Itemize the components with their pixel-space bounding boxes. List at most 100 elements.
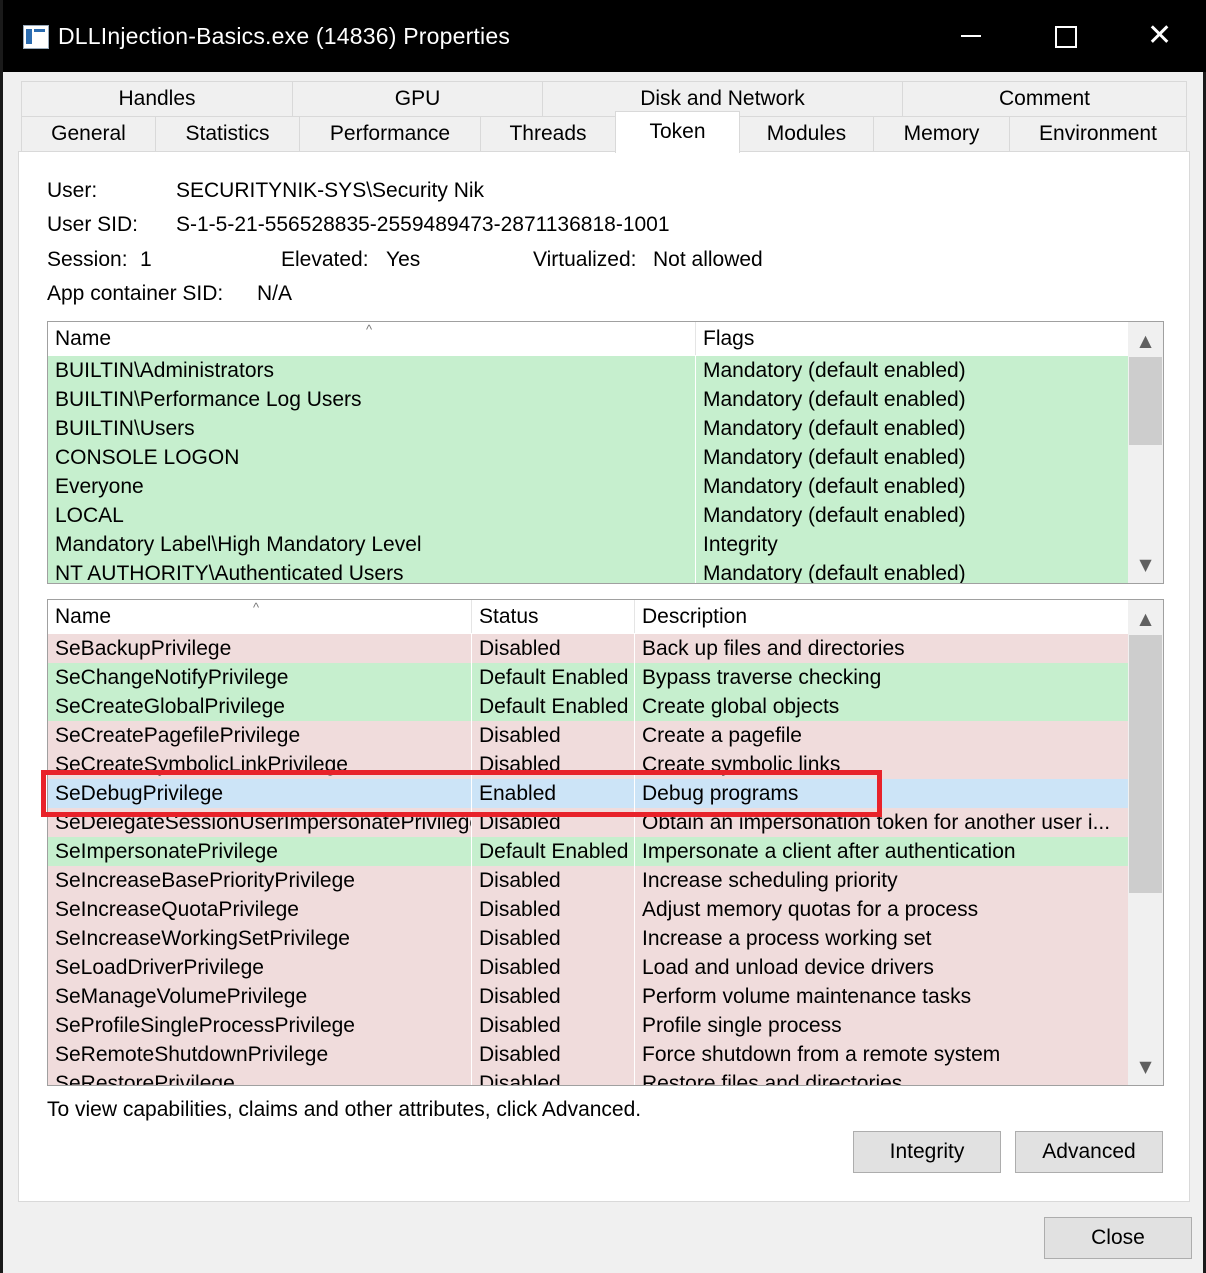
- privileges-header-status[interactable]: Status: [472, 600, 635, 633]
- scroll-down-icon[interactable]: ▼: [1128, 1050, 1163, 1083]
- privilege-row[interactable]: SeRemoteShutdownPrivilege Disabled Force s…: [48, 1040, 1128, 1069]
- tab-token[interactable]: Token: [615, 111, 740, 153]
- group-row[interactable]: Everyone Mandatory (default enabled): [48, 472, 1128, 501]
- app-window-icon: [23, 25, 49, 49]
- privilege-status-cell: Default Enabled: [479, 840, 629, 863]
- privilege-name-cell: SeIncreaseQuotaPrivilege: [55, 898, 299, 921]
- privilege-description-cell: Profile single process: [642, 1014, 842, 1037]
- group-flags-cell: Integrity: [703, 533, 778, 556]
- session-value: 1: [140, 248, 152, 271]
- minimize-button[interactable]: [925, 0, 1017, 72]
- privilege-row[interactable]: SeCreatePagefilePrivilege Disabled Create …: [48, 721, 1128, 750]
- tab-modules[interactable]: Modules: [739, 116, 874, 152]
- scroll-up-icon[interactable]: ▲: [1128, 324, 1163, 357]
- close-window-button[interactable]: ✕: [1111, 0, 1203, 72]
- tab-comment[interactable]: Comment: [902, 81, 1187, 117]
- privilege-description-cell: Increase scheduling priority: [642, 869, 898, 892]
- scroll-thumb[interactable]: [1129, 635, 1162, 893]
- group-name-cell: NT AUTHORITY\Authenticated Users: [55, 562, 404, 584]
- tab-statistics[interactable]: Statistics: [155, 116, 300, 152]
- tab-threads[interactable]: Threads: [480, 116, 616, 152]
- user-sid-value: S-1-5-21-556528835-2559489473-2871136818…: [176, 213, 670, 236]
- integrity-button[interactable]: Integrity: [853, 1131, 1001, 1173]
- privilege-description-cell: Increase a process working set: [642, 927, 932, 950]
- minimize-icon: [961, 35, 981, 37]
- user-value: SECURITYNIK-SYS\Security Nik: [176, 179, 485, 202]
- scroll-up-icon[interactable]: ▲: [1128, 602, 1163, 635]
- group-row[interactable]: CONSOLE LOGON Mandatory (default enabled): [48, 443, 1128, 472]
- privilege-status-cell: Disabled: [479, 869, 561, 892]
- elevated-label: Elevated:: [281, 248, 369, 271]
- privilege-description-cell: Create global objects: [642, 695, 840, 718]
- privilege-row[interactable]: SeIncreaseQuotaPrivilege Disabled Adjust m…: [48, 895, 1128, 924]
- privileges-list[interactable]: Name ^ Status Description SeBackupPrivil…: [47, 599, 1164, 1086]
- privilege-status-cell: Disabled: [479, 1014, 561, 1037]
- group-row[interactable]: BUILTIN\Performance Log Users Mandatory (…: [48, 385, 1128, 414]
- privilege-row[interactable]: SeManageVolumePrivilege Disabled Perform v…: [48, 982, 1128, 1011]
- tab-performance[interactable]: Performance: [299, 116, 481, 152]
- tab-handles[interactable]: Handles: [21, 81, 293, 117]
- privilege-name-cell: SeManageVolumePrivilege: [55, 985, 308, 1008]
- group-flags-cell: Mandatory (default enabled): [703, 475, 966, 498]
- privilege-description-cell: Adjust memory quotas for a process: [642, 898, 979, 921]
- group-name-cell: Everyone: [55, 475, 144, 498]
- group-row[interactable]: Mandatory Label\High Mandatory Level Inte…: [48, 530, 1128, 559]
- tab-environment[interactable]: Environment: [1009, 116, 1187, 152]
- tab-general[interactable]: General: [21, 116, 156, 152]
- close-button[interactable]: Close: [1044, 1217, 1192, 1259]
- privilege-description-cell: Back up files and directories: [642, 637, 905, 660]
- privilege-row[interactable]: SeCreateGlobalPrivilege Default Enabled Cr…: [48, 692, 1128, 721]
- groups-list[interactable]: Name ^ Flags BUILTIN\Administrators Manda…: [47, 321, 1164, 584]
- column-gridline: [471, 633, 472, 1085]
- virtualized-label: Virtualized:: [533, 248, 637, 271]
- privilege-row[interactable]: SeImpersonatePrivilege Default Enabled Imp…: [48, 837, 1128, 866]
- column-gridline: [634, 633, 635, 1085]
- tab-gpu[interactable]: GPU: [292, 81, 543, 117]
- user-label: User:: [47, 179, 98, 202]
- privilege-row[interactable]: SeRestorePrivilege Disabled Restore files …: [48, 1069, 1128, 1086]
- privilege-status-cell: Disabled: [479, 956, 561, 979]
- privilege-row[interactable]: SeBackupPrivilege Disabled Back up files a…: [48, 634, 1128, 663]
- group-row[interactable]: BUILTIN\Users Mandatory (default enabled): [48, 414, 1128, 443]
- privilege-status-cell: Disabled: [479, 927, 561, 950]
- privilege-status-cell: Disabled: [479, 985, 561, 1008]
- privileges-header-description[interactable]: Description: [635, 600, 1128, 633]
- privilege-row[interactable]: SeLoadDriverPrivilege Disabled Load and un…: [48, 953, 1128, 982]
- privilege-row[interactable]: SeChangeNotifyPrivilege Default Enabled By…: [48, 663, 1128, 692]
- privilege-status-cell: Disabled: [479, 898, 561, 921]
- group-row[interactable]: LOCAL Mandatory (default enabled): [48, 501, 1128, 530]
- groups-header-flags[interactable]: Flags: [696, 322, 1128, 355]
- privilege-row[interactable]: SeProfileSingleProcessPrivilege Disabled P…: [48, 1011, 1128, 1040]
- group-flags-cell: Mandatory (default enabled): [703, 417, 966, 440]
- group-row[interactable]: BUILTIN\Administrators Mandatory (default…: [48, 356, 1128, 385]
- privilege-name-cell: SeRemoteShutdownPrivilege: [55, 1043, 329, 1066]
- group-name-cell: Mandatory Label\High Mandatory Level: [55, 533, 422, 556]
- scroll-thumb[interactable]: [1129, 357, 1162, 445]
- privilege-status-cell: Disabled: [479, 1072, 561, 1086]
- group-flags-cell: Mandatory (default enabled): [703, 446, 966, 469]
- privileges-scrollbar[interactable]: ▲ ▼: [1128, 600, 1163, 1085]
- close-icon: ✕: [1147, 18, 1173, 53]
- groups-scrollbar[interactable]: ▲ ▼: [1128, 322, 1163, 583]
- group-flags-cell: Mandatory (default enabled): [703, 388, 966, 411]
- maximize-button[interactable]: [1019, 0, 1111, 72]
- privilege-name-cell: SeCreatePagefilePrivilege: [55, 724, 301, 747]
- group-row[interactable]: NT AUTHORITY\Authenticated Users Mandator…: [48, 559, 1128, 584]
- privilege-status-cell: Disabled: [479, 1043, 561, 1066]
- privilege-description-cell: Restore files and directories: [642, 1072, 903, 1086]
- scroll-down-icon[interactable]: ▼: [1128, 548, 1163, 581]
- tab-memory[interactable]: Memory: [873, 116, 1010, 152]
- advanced-button[interactable]: Advanced: [1015, 1131, 1163, 1173]
- privileges-header-name[interactable]: Name: [48, 600, 472, 633]
- maximize-icon: [1055, 26, 1077, 48]
- group-name-cell: BUILTIN\Performance Log Users: [55, 388, 362, 411]
- privilege-name-cell: SeIncreaseWorkingSetPrivilege: [55, 927, 350, 950]
- sort-ascending-icon: ^: [253, 600, 260, 615]
- privilege-description-cell: Force shutdown from a remote system: [642, 1043, 1001, 1066]
- privilege-name-cell: SeProfileSingleProcessPrivilege: [55, 1014, 355, 1037]
- privilege-status-cell: Disabled: [479, 637, 561, 660]
- privilege-row[interactable]: SeIncreaseWorkingSetPrivilege Disabled Inc…: [48, 924, 1128, 953]
- title-bar[interactable]: DLLInjection-Basics.exe (14836) Properti…: [3, 0, 1206, 72]
- privilege-name-cell: SeChangeNotifyPrivilege: [55, 666, 289, 689]
- privilege-row[interactable]: SeIncreaseBasePriorityPrivilege Disabled I…: [48, 866, 1128, 895]
